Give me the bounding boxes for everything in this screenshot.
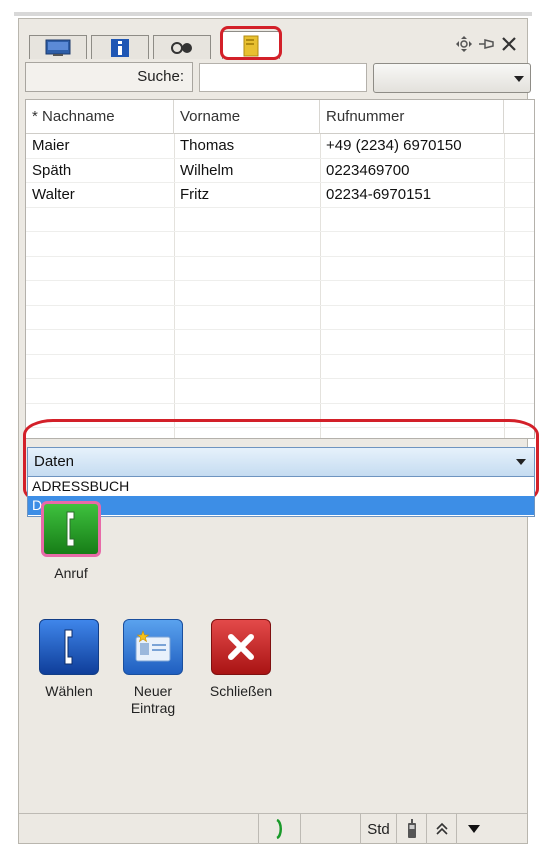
cell-firstname: Thomas <box>180 137 235 154</box>
call-action[interactable]: Anruf <box>31 501 111 582</box>
mobile-phone-icon <box>407 819 416 838</box>
column-header-firstname[interactable]: Vorname <box>174 100 320 134</box>
mobile-toggle[interactable] <box>397 814 427 844</box>
status-message <box>19 814 259 844</box>
glasses-icon <box>171 41 192 54</box>
tab-glasses[interactable] <box>153 35 211 59</box>
search-filter-select[interactable] <box>373 63 531 93</box>
table-row[interactable]: Maier Thomas +49 (2234) 6970150 <box>26 134 534 159</box>
close-icon[interactable] <box>501 36 517 52</box>
phone-handset-icon <box>66 511 75 547</box>
new-contact-card-icon <box>135 630 171 662</box>
status-empty <box>301 814 361 844</box>
column-header-lastname[interactable]: * Nachname <box>26 100 174 134</box>
cell-firstname: Wilhelm <box>180 161 234 179</box>
column-header-phone[interactable]: Rufnummer <box>320 100 504 134</box>
tab-bar <box>29 26 519 60</box>
expand-up-button[interactable] <box>427 814 457 844</box>
search-input[interactable] <box>199 63 367 92</box>
call-button[interactable] <box>41 501 101 557</box>
empty-row <box>26 208 534 232</box>
table-header: * Nachname Vorname Rufnummer <box>26 100 534 134</box>
empty-row <box>26 379 534 404</box>
menu-dropdown-button[interactable] <box>457 814 491 844</box>
dial-button[interactable] <box>39 619 99 675</box>
move-icon[interactable] <box>455 35 473 53</box>
cell-lastname: Späth <box>32 161 72 179</box>
search-label: Suche: <box>25 62 193 92</box>
tab-info[interactable] <box>91 35 149 59</box>
cell-lastname: Maier <box>32 137 70 154</box>
caret-down-icon <box>468 825 480 833</box>
pin-icon[interactable] <box>477 37 497 51</box>
info-icon <box>111 38 129 57</box>
phone-handset-icon <box>64 629 73 665</box>
close-action[interactable]: Schließen <box>201 619 281 700</box>
chevron-down-icon <box>516 459 526 465</box>
search-row: Suche: <box>25 62 531 94</box>
window-top-edge <box>14 12 532 16</box>
empty-row <box>26 330 534 355</box>
tab-monitor[interactable] <box>29 35 87 59</box>
phone-status[interactable] <box>259 814 301 844</box>
empty-row <box>26 306 534 330</box>
close-button[interactable] <box>211 619 271 675</box>
cell-firstname: Fritz <box>180 186 210 203</box>
close-label: Schließen <box>209 683 273 699</box>
cell-phone: +49 (2234) 6970150 <box>326 137 462 154</box>
source-option-adressbuch[interactable]: ADRESSBUCH <box>28 477 534 496</box>
chevron-double-up-icon <box>435 822 448 835</box>
source-dropdown-value: Daten <box>34 453 75 470</box>
address-book-panel: Suche: * Nachname Vorname Rufnummer Maie… <box>18 18 539 844</box>
cell-phone: 02234-6970151 <box>326 186 432 203</box>
empty-row <box>26 257 534 281</box>
empty-row <box>26 355 534 379</box>
empty-row <box>26 281 534 306</box>
cell-phone: 0223469700 <box>326 161 410 179</box>
contacts-table: * Nachname Vorname Rufnummer Maier Thoma… <box>25 99 535 439</box>
status-bar: Std <box>19 813 527 844</box>
monitor-icon <box>45 39 71 56</box>
dial-action[interactable]: Wählen <box>29 619 109 700</box>
source-dropdown[interactable]: Daten <box>27 447 535 477</box>
mode-indicator[interactable]: Std <box>361 814 397 844</box>
new-entry-label: Neuer Eintrag <box>130 683 176 716</box>
window-controls <box>455 35 517 53</box>
new-entry-button[interactable] <box>123 619 183 675</box>
new-entry-action[interactable]: Neuer Eintrag <box>113 619 193 717</box>
table-row[interactable]: Späth Wilhelm 0223469700 <box>26 159 534 183</box>
dial-label: Wählen <box>45 683 93 699</box>
chevron-down-icon <box>514 76 524 82</box>
cell-lastname: Walter <box>32 186 75 203</box>
phone-status-icon <box>275 819 282 839</box>
tab-highlight-marker <box>220 26 282 60</box>
empty-row <box>26 232 534 257</box>
table-row[interactable]: Walter Fritz 02234-6970151 <box>26 183 534 208</box>
call-label: Anruf <box>54 565 88 581</box>
close-x-icon <box>228 634 254 660</box>
